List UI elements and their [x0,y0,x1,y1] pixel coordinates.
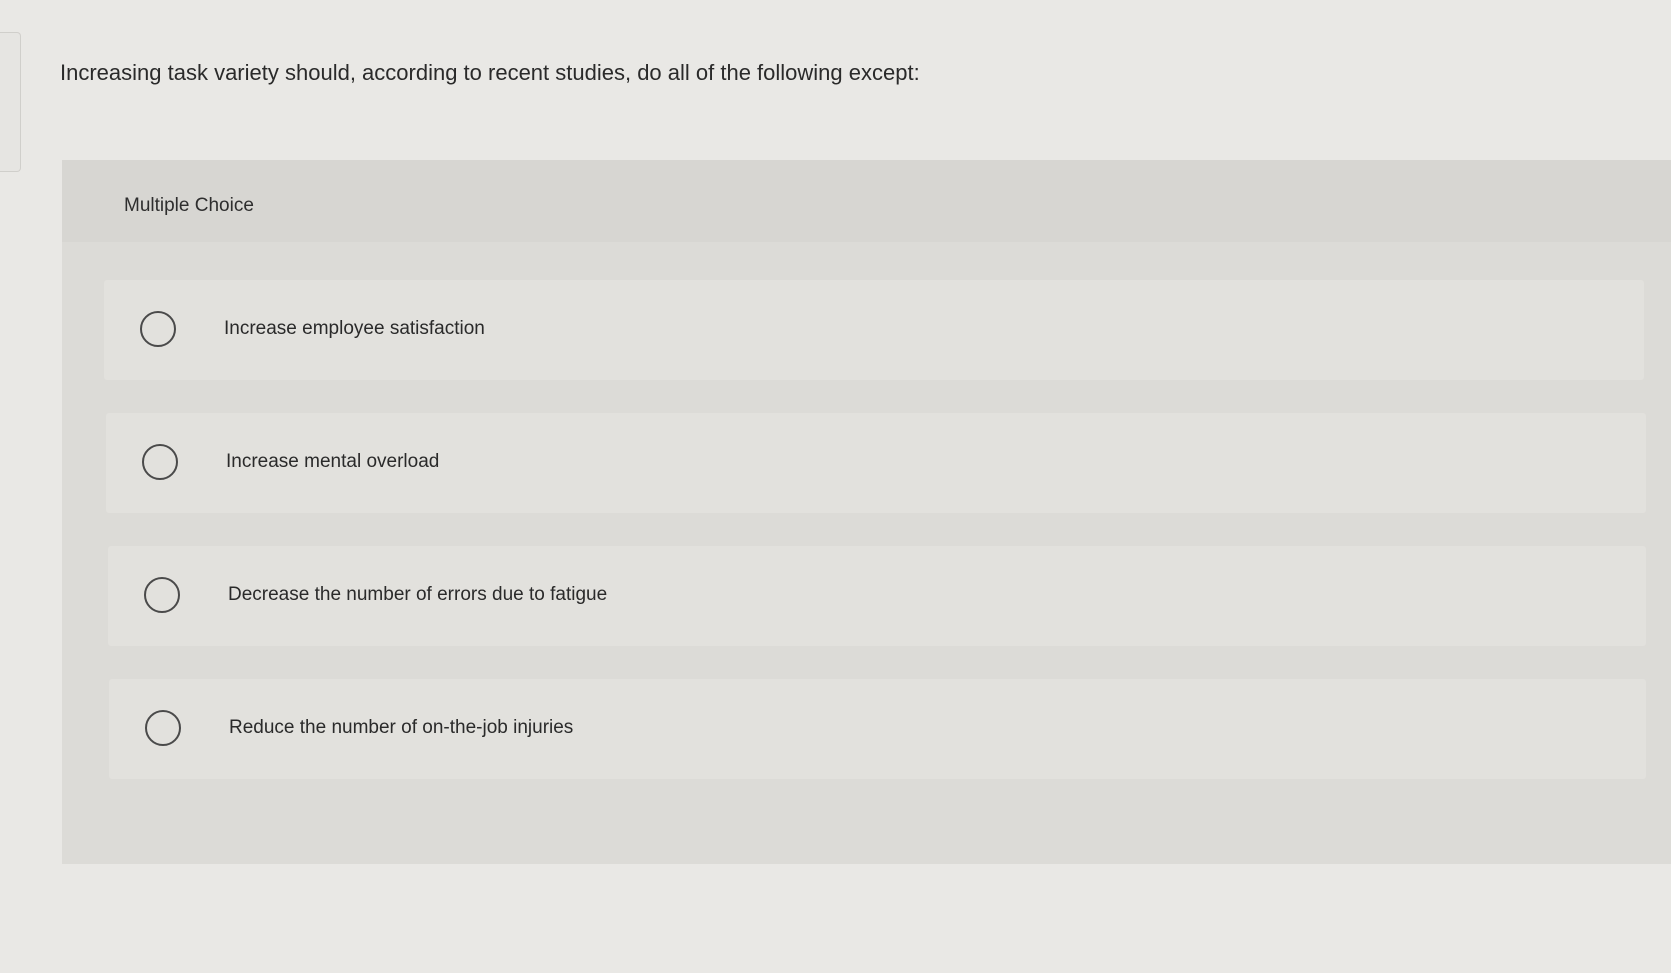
option-3[interactable]: Decrease the number of errors due to fat… [108,546,1646,646]
option-1[interactable]: Increase employee satisfaction [104,280,1644,380]
radio-button[interactable] [142,444,178,480]
option-label: Increase mental overload [226,451,440,472]
radio-button[interactable] [140,311,176,347]
option-label: Reduce the number of on-the-job injuries [229,717,574,738]
option-label: Decrease the number of errors due to fat… [228,584,608,605]
option-4[interactable]: Reduce the number of on-the-job injuries [109,679,1646,779]
question-text: Increasing task variety should, accordin… [60,60,920,85]
option-label: Increase employee satisfaction [224,318,485,339]
multiple-choice-header [62,160,1671,242]
radio-button[interactable] [144,577,180,613]
option-2[interactable]: Increase mental overload [106,413,1646,513]
multiple-choice-label: Multiple Choice [124,195,254,216]
left-edge-panel [0,32,21,172]
radio-button[interactable] [145,710,181,746]
